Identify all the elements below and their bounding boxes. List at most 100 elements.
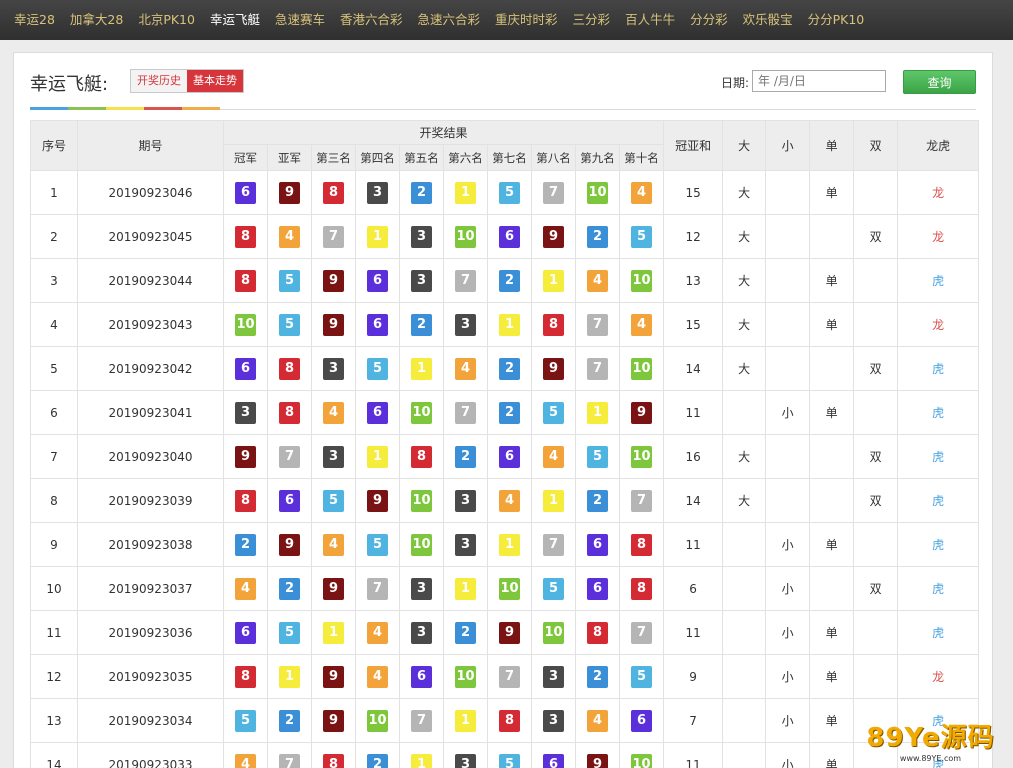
number-ball: 10 [631, 269, 653, 292]
nav-item[interactable]: 重庆时时彩 [495, 0, 558, 40]
number-ball: 4 [543, 445, 564, 468]
cell-ball: 3 [311, 434, 356, 479]
number-ball: 9 [367, 489, 388, 512]
number-ball: 1 [543, 489, 564, 512]
table-row: 10 20190923037 4 2 9 7 3 1 10 5 6 8 6 小双虎 [30, 566, 980, 611]
number-ball: 10 [631, 357, 653, 380]
number-ball: 3 [543, 665, 564, 688]
nav-item[interactable]: 急速赛车 [275, 0, 325, 40]
nav-item[interactable]: 分分PK10 [808, 0, 865, 40]
cell-big: 大 [722, 170, 767, 215]
cell-ball: 4 [223, 742, 268, 768]
number-ball: 8 [631, 577, 653, 600]
cell-dragon-tiger: 虎 [897, 610, 980, 655]
cell-ball: 1 [267, 654, 312, 699]
number-ball: 6 [543, 753, 564, 768]
page-title: 幸运飞艇: [30, 74, 109, 95]
number-ball: 3 [543, 709, 564, 732]
header-position: 第四名 [355, 144, 400, 171]
number-ball: 1 [323, 621, 344, 644]
cell-seq: 9 [30, 522, 78, 567]
number-ball: 10 [411, 533, 432, 556]
number-ball: 5 [367, 357, 388, 380]
cell-even: 双 [853, 214, 899, 259]
cell-big [722, 742, 767, 768]
cell-ball: 7 [399, 698, 444, 743]
nav-item[interactable]: 欢乐骰宝 [743, 0, 793, 40]
cell-ball: 6 [487, 214, 532, 259]
cell-seq: 6 [30, 390, 78, 435]
number-ball: 4 [323, 533, 344, 556]
cell-ball: 3 [311, 346, 356, 391]
number-ball: 2 [235, 533, 256, 556]
nav-item[interactable]: 香港六合彩 [340, 0, 403, 40]
tab-history[interactable]: 开奖历史 [131, 70, 187, 92]
number-ball: 5 [499, 181, 520, 204]
cell-issue: 20190923038 [77, 522, 224, 567]
number-ball: 4 [235, 577, 256, 600]
cell-big [722, 522, 767, 567]
cell-issue: 20190923033 [77, 742, 224, 768]
number-ball: 7 [455, 401, 476, 424]
cell-issue: 20190923037 [77, 566, 224, 611]
results-table-wrap: 序号 期号 开奖结果 冠亚和 大 小 单 双 龙虎 冠军 亚军 第三名 第四名 第五名第… [30, 120, 980, 768]
cell-ball: 3 [443, 478, 488, 523]
tab-trend[interactable]: 基本走势 [187, 70, 243, 92]
table-row: 8 20190923039 8 6 5 9 10 3 4 1 2 7 14 大双虎 [30, 478, 980, 523]
cell-ball: 4 [618, 170, 665, 215]
header-position: 亚军 [267, 144, 312, 171]
header-position: 冠军 [223, 144, 268, 171]
table-row: 1 20190923046 6 9 8 3 2 1 5 7 10 4 15 大单龙 [30, 170, 980, 215]
cell-ball: 6 [223, 346, 268, 391]
number-ball: 8 [279, 401, 300, 424]
number-ball: 1 [279, 665, 300, 688]
nav-item[interactable]: 百人牛牛 [625, 0, 675, 40]
cell-odd [809, 346, 855, 391]
cell-sum: 11 [663, 610, 724, 655]
cell-odd: 单 [809, 302, 855, 347]
number-ball: 8 [587, 621, 608, 644]
table-row: 6 20190923041 3 8 4 6 10 7 2 5 1 9 11 小单虎 [30, 390, 980, 435]
number-ball: 10 [367, 709, 388, 732]
number-ball: 7 [279, 445, 300, 468]
number-ball: 2 [411, 313, 432, 336]
cell-sum: 9 [663, 654, 724, 699]
number-ball: 9 [631, 401, 653, 424]
number-ball: 1 [543, 269, 564, 292]
header-dragon-tiger: 龙虎 [897, 120, 980, 171]
nav-item[interactable]: 三分彩 [573, 0, 611, 40]
cell-ball: 10 [399, 522, 444, 567]
cell-sum: 15 [663, 302, 724, 347]
cell-ball: 2 [487, 346, 532, 391]
nav-item[interactable]: 幸运28 [14, 0, 55, 40]
nav-item[interactable]: 分分彩 [690, 0, 728, 40]
cell-ball: 7 [618, 478, 665, 523]
cell-ball: 10 [399, 478, 444, 523]
cell-ball: 2 [575, 214, 620, 259]
cell-issue: 20190923036 [77, 610, 224, 655]
nav-item[interactable]: 幸运飞艇 [210, 0, 260, 40]
nav-item[interactable]: 加拿大28 [70, 0, 123, 40]
cell-ball: 10 [618, 742, 665, 768]
number-ball: 4 [631, 181, 653, 204]
cell-ball: 6 [355, 258, 400, 303]
rainbow-segment [106, 107, 144, 110]
number-ball: 3 [323, 445, 344, 468]
nav-item[interactable]: 急速六合彩 [418, 0, 481, 40]
cell-ball: 8 [487, 698, 532, 743]
cell-ball: 7 [575, 346, 620, 391]
number-ball: 6 [279, 489, 300, 512]
cell-even: 双 [853, 478, 899, 523]
cell-odd: 单 [809, 170, 855, 215]
cell-dragon-tiger: 虎 [897, 258, 980, 303]
cell-ball: 7 [487, 654, 532, 699]
query-button[interactable]: 查询 [903, 70, 976, 94]
date-input[interactable] [752, 70, 886, 92]
cell-ball: 6 [399, 654, 444, 699]
cell-big: 大 [722, 478, 767, 523]
nav-item[interactable]: 北京PK10 [138, 0, 195, 40]
header-position: 第九名 [575, 144, 620, 171]
cell-ball: 10 [443, 654, 488, 699]
cell-small [765, 258, 811, 303]
rainbow-segment [68, 107, 106, 110]
